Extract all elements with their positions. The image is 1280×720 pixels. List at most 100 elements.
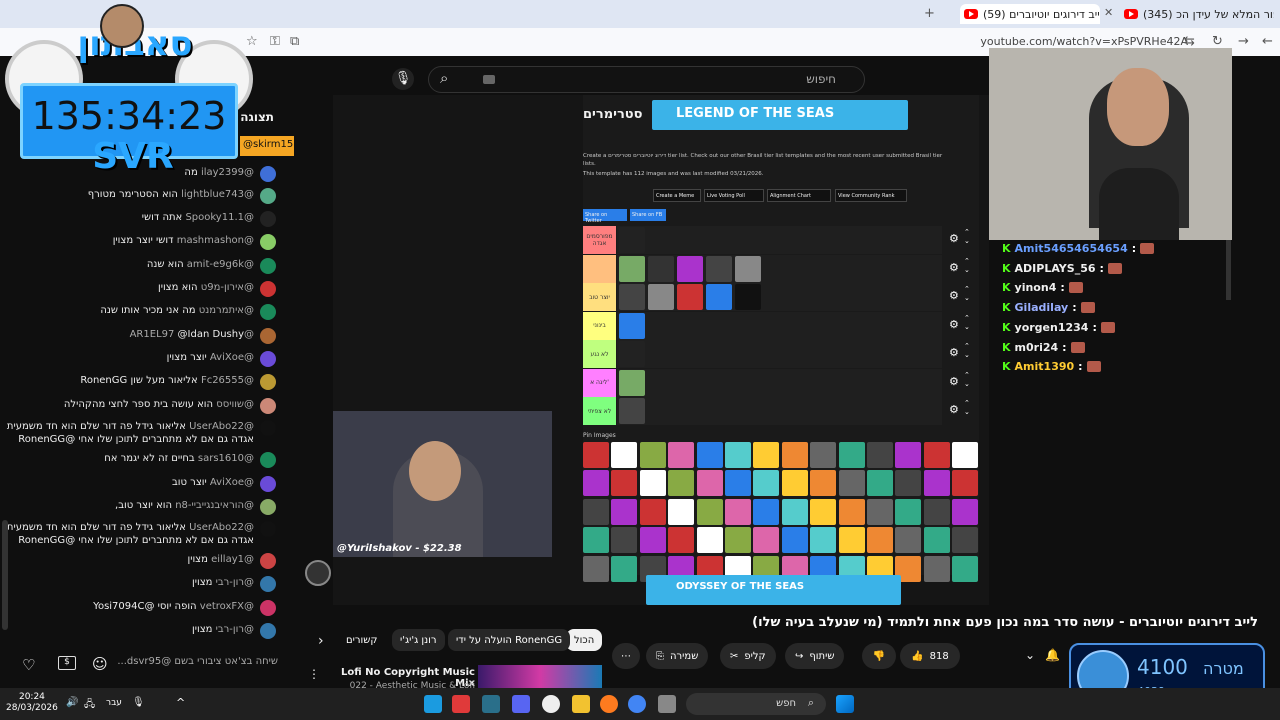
pool-image[interactable]: [923, 527, 950, 554]
filter-chip-all[interactable]: הכול: [566, 629, 603, 651]
pool-image[interactable]: [867, 442, 893, 468]
tier-action-button[interactable]: Live Voting Poll: [704, 189, 764, 202]
media-player-icon[interactable]: [542, 695, 560, 713]
tier-row[interactable]: [617, 368, 942, 397]
pool-image[interactable]: [838, 527, 865, 554]
clock[interactable]: 20:24 28/03/2026: [6, 692, 58, 714]
gear-icon[interactable]: ⚙: [949, 318, 959, 331]
tier-item-image[interactable]: [735, 284, 761, 310]
move-arrows-icon[interactable]: ⌃ ⌄: [964, 257, 970, 275]
tier-item-image[interactable]: [619, 369, 645, 396]
pool-image[interactable]: [867, 470, 893, 497]
share-fb-button[interactable]: Share on FB: [630, 209, 666, 221]
pool-image[interactable]: [952, 442, 979, 468]
share-button[interactable]: ↪ שיתוף: [785, 643, 845, 669]
super-chat-icon[interactable]: $: [58, 656, 76, 670]
pool-image[interactable]: [611, 442, 638, 468]
pool-image[interactable]: [923, 555, 950, 582]
tier-item-image[interactable]: [619, 255, 645, 282]
pool-image[interactable]: [923, 442, 950, 468]
clip-button[interactable]: ✂ קליפ: [720, 643, 776, 669]
pool-image[interactable]: [639, 527, 666, 554]
pool-image[interactable]: [753, 527, 780, 554]
reload-icon[interactable]: ↻: [1212, 34, 1223, 49]
terminal-icon[interactable]: [482, 695, 500, 713]
pool-image[interactable]: [895, 498, 922, 525]
like-button[interactable]: 👍 818: [900, 643, 960, 669]
chevron-down-icon[interactable]: ⌄: [1025, 648, 1035, 662]
bookmark-star-icon[interactable]: ☆: [246, 34, 258, 49]
tier-item-image[interactable]: [619, 398, 645, 424]
pool-image[interactable]: [611, 498, 638, 525]
tier-item-image[interactable]: [677, 255, 703, 282]
tier-item-image[interactable]: [648, 284, 674, 310]
move-arrows-icon[interactable]: ⌃ ⌄: [964, 228, 970, 246]
pool-image[interactable]: [696, 527, 723, 554]
pool-image[interactable]: [952, 498, 979, 525]
pool-image[interactable]: [725, 527, 751, 554]
emoji-icon[interactable]: ☺: [92, 655, 108, 673]
gear-icon[interactable]: ⚙: [949, 289, 959, 302]
pool-image[interactable]: [725, 442, 751, 468]
pool-image[interactable]: [923, 470, 950, 497]
move-arrows-icon[interactable]: ⌃ ⌄: [964, 342, 970, 360]
pool-image[interactable]: [696, 498, 723, 525]
pool-image[interactable]: [611, 527, 638, 554]
pool-image[interactable]: [583, 555, 609, 582]
pool-image[interactable]: [952, 555, 979, 582]
pool-image[interactable]: [583, 527, 609, 554]
keyboard-icon[interactable]: [483, 75, 495, 84]
volume-icon[interactable]: 🔊: [66, 697, 78, 708]
chat-input[interactable]: שיחה בצ'אט ציבורי בשם @dsvr95...: [118, 656, 278, 667]
pool-image[interactable]: [668, 498, 695, 525]
pool-image[interactable]: [895, 470, 922, 497]
share-twitter-button[interactable]: Share on Twitter: [583, 209, 627, 224]
pool-image[interactable]: [781, 442, 808, 468]
tier-row[interactable]: [617, 397, 942, 425]
browser-tab-1[interactable]: (345) הסיפור המלא של עידן הכ...: [1124, 4, 1274, 24]
more-actions-button[interactable]: ⋯: [612, 643, 640, 669]
tier-item-image[interactable]: [619, 312, 645, 339]
move-arrows-icon[interactable]: ⌃ ⌄: [964, 285, 970, 303]
tier-item-image[interactable]: [706, 284, 732, 310]
search-input[interactable]: חיפוש: [428, 66, 865, 93]
pool-image[interactable]: [611, 555, 638, 582]
gear-icon[interactable]: ⚙: [949, 403, 959, 416]
pool-image[interactable]: [639, 498, 666, 525]
pool-image[interactable]: [895, 442, 922, 468]
pool-image[interactable]: [923, 498, 950, 525]
move-arrows-icon[interactable]: ⌃ ⌄: [964, 314, 970, 332]
pool-image[interactable]: [810, 470, 837, 497]
suggested-video-thumbnail[interactable]: [478, 665, 602, 688]
close-tab-icon[interactable]: ✕: [1104, 6, 1113, 19]
gear-icon[interactable]: ⚙: [949, 375, 959, 388]
firefox-icon[interactable]: [600, 695, 618, 713]
pool-image[interactable]: [867, 527, 893, 554]
pool-image[interactable]: [952, 527, 979, 554]
pool-image[interactable]: [611, 470, 638, 497]
pool-image[interactable]: [810, 442, 837, 468]
start-icon[interactable]: [836, 695, 854, 713]
network-icon[interactable]: 🖧: [84, 697, 95, 714]
url-field[interactable]: youtube.com/watch?v=xPsPVRHe42A: [980, 35, 1188, 48]
pool-image[interactable]: [639, 470, 666, 497]
tier-item-image[interactable]: [619, 284, 645, 310]
pool-image[interactable]: [952, 470, 979, 497]
pool-image[interactable]: [895, 527, 922, 554]
pool-image[interactable]: [867, 498, 893, 525]
pool-image[interactable]: [668, 442, 695, 468]
pool-image[interactable]: [696, 442, 723, 468]
gear-icon[interactable]: ⚙: [949, 232, 959, 245]
pool-image[interactable]: [781, 470, 808, 497]
pool-image[interactable]: [696, 470, 723, 497]
pool-image[interactable]: [639, 442, 666, 468]
tray-expand-icon[interactable]: ^: [176, 696, 185, 709]
pool-image[interactable]: [753, 470, 780, 497]
pool-image[interactable]: [838, 498, 865, 525]
pool-image[interactable]: [668, 527, 695, 554]
tier-item-image[interactable]: [706, 255, 732, 282]
back-icon[interactable]: ←: [1262, 34, 1273, 49]
pool-image[interactable]: [668, 470, 695, 497]
filter-chip-uploader[interactable]: הועלה על ידי RonenGG: [448, 629, 571, 651]
key-icon[interactable]: ⚿: [270, 34, 280, 49]
